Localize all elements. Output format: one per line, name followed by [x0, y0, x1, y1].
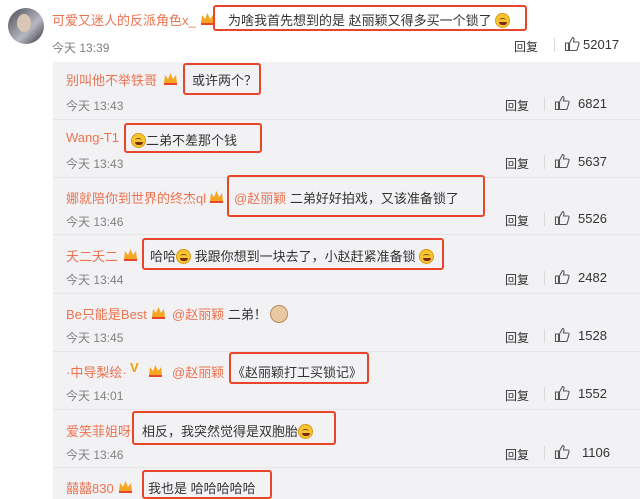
- like-count: 5526: [578, 211, 607, 226]
- reply-username[interactable]: Wang-T1: [66, 130, 119, 145]
- like-count: 1528: [578, 328, 607, 343]
- reply-time: 今天 13:43: [66, 99, 124, 113]
- like-count: 1106: [582, 445, 610, 460]
- member-crown-icon: [123, 248, 138, 261]
- divider: [53, 293, 640, 294]
- reply-button[interactable]: 回复: [505, 329, 529, 346]
- reply-username[interactable]: Be只能是Best: [66, 304, 147, 323]
- laughing-emoji-icon: [298, 424, 314, 439]
- thumbs-up-icon[interactable]: [554, 210, 570, 231]
- reply-text: 哈哈 我跟你想到一块去了，小赵赶紧准备锁: [150, 246, 435, 265]
- comment-time: 今天 13:39: [52, 41, 110, 55]
- member-crown-icon: [209, 190, 224, 203]
- member-crown-icon: [148, 364, 163, 377]
- divider: [544, 387, 545, 401]
- thumbs-up-icon[interactable]: [554, 327, 570, 348]
- reply-time: 今天 13:46: [66, 215, 124, 229]
- reply-button[interactable]: 回复: [505, 212, 529, 229]
- main-comment-text: 为啥我首先想到的是 赵丽颖又得多买一个锁了: [228, 10, 511, 29]
- thumbs-up-icon[interactable]: [554, 95, 570, 116]
- reply-time: 今天 13:44: [66, 273, 124, 287]
- cat-sticker-icon: [270, 305, 289, 323]
- reply-text: 二弟不差那个钱: [131, 130, 237, 149]
- thumbs-up-icon[interactable]: [554, 385, 570, 406]
- member-crown-icon: [163, 72, 178, 85]
- like-count: 52017: [583, 37, 620, 52]
- divider: [53, 119, 640, 120]
- thumbs-up-icon[interactable]: [554, 444, 570, 465]
- divider: [544, 212, 545, 226]
- like-count: 1552: [578, 386, 607, 401]
- reply-button[interactable]: 回复: [505, 155, 529, 172]
- grinning-emoji-icon: [176, 249, 192, 264]
- reply-username[interactable]: 囍囍830: [66, 478, 114, 497]
- like-count: 5637: [578, 154, 607, 169]
- main-comment-username[interactable]: 可爱又迷人的反派角色x_: [52, 10, 196, 30]
- reply-text: @赵丽颖 二弟好好拍戏，又该准备锁了: [234, 191, 459, 206]
- laughing-emoji-icon: [419, 249, 435, 264]
- reply-username[interactable]: 娜就陪你到世界的终杰ql: [66, 188, 206, 207]
- divider: [544, 155, 545, 169]
- reply-username[interactable]: 爱笑菲姐呀: [66, 421, 131, 440]
- thumbs-up-icon[interactable]: [554, 153, 570, 174]
- divider: [544, 329, 545, 343]
- avatar[interactable]: [8, 8, 44, 44]
- reply-button[interactable]: 回复: [505, 97, 529, 114]
- thumbs-up-icon[interactable]: [564, 36, 580, 57]
- reply-text: 相反，我突然觉得是双胞胎: [142, 421, 314, 440]
- like-count: 2482: [578, 270, 607, 285]
- reply-mention-line: @赵丽颖: [172, 362, 224, 381]
- like-count: 6821: [578, 96, 607, 111]
- member-crown-icon: [151, 306, 166, 319]
- member-crown-icon: [118, 480, 133, 493]
- verified-v-icon: V: [130, 360, 139, 375]
- reply-button[interactable]: 回复: [505, 446, 529, 463]
- divider: [53, 234, 640, 235]
- divider: [544, 97, 545, 111]
- mention-link[interactable]: @赵丽颖: [172, 307, 224, 322]
- reply-text: @赵丽颖 二弟！: [172, 304, 289, 323]
- reply-username[interactable]: ·中导梨绘·: [66, 362, 127, 381]
- reply-time: 今天 13:43: [66, 157, 124, 171]
- reply-username[interactable]: 别叫他不举铁哥: [66, 70, 157, 89]
- reply-button[interactable]: 回复: [514, 38, 538, 55]
- divider: [544, 446, 545, 460]
- reply-time: 今天 13:45: [66, 331, 124, 345]
- reply-text: 我也是 哈哈哈哈哈: [148, 481, 256, 496]
- reply-button[interactable]: 回复: [505, 387, 529, 404]
- divider: [53, 467, 640, 468]
- reply-text: 《赵丽颖打工买锁记》: [232, 365, 363, 380]
- mention-link[interactable]: @赵丽颖: [172, 365, 224, 380]
- divider: [53, 409, 640, 410]
- reply-username[interactable]: 夭二夭二: [66, 246, 118, 265]
- reply-button[interactable]: 回复: [505, 271, 529, 288]
- laughing-emoji-icon: [495, 13, 511, 28]
- divider: [544, 271, 545, 285]
- laughing-emoji-icon: [131, 133, 146, 148]
- reply-text: 或许两个？: [192, 73, 258, 88]
- reply-time: 今天 13:46: [66, 448, 124, 462]
- reply-time: 今天 14:01: [66, 389, 124, 403]
- mention-link[interactable]: @赵丽颖: [234, 191, 286, 206]
- thumbs-up-icon[interactable]: [554, 269, 570, 290]
- divider: [554, 38, 555, 52]
